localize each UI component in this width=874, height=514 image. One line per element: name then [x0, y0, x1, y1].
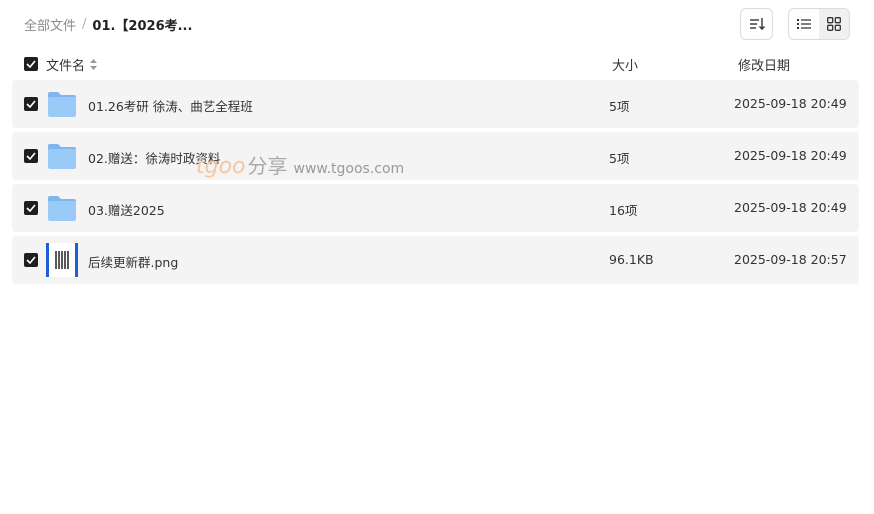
view-toggle	[788, 8, 850, 40]
table-header: 文件名 大小 修改日期	[12, 50, 859, 78]
row-checkbox[interactable]	[24, 253, 38, 267]
file-name[interactable]: 01.26考研 徐涛、曲艺全程班	[88, 96, 253, 115]
folder-icon	[48, 144, 76, 169]
file-date: 2025-09-18 20:49	[734, 96, 847, 111]
sort-icon	[749, 18, 765, 30]
file-row[interactable]: 01.26考研 徐涛、曲艺全程班 5项 2025-09-18 20:49	[12, 80, 859, 128]
breadcrumb: 全部文件 / 01.【2026考...	[24, 14, 192, 34]
breadcrumb-separator: /	[82, 16, 87, 32]
row-checkbox[interactable]	[24, 201, 38, 215]
name-column-label: 文件名	[46, 58, 86, 74]
image-thumbnail-icon	[46, 243, 78, 277]
file-row[interactable]: 03.赠送2025 16项 2025-09-18 20:49	[12, 184, 859, 232]
folder-icon	[48, 196, 76, 221]
file-row[interactable]: 后续更新群.png 96.1KB 2025-09-18 20:57	[12, 236, 859, 284]
breadcrumb-current: 01.【2026考...	[92, 18, 193, 34]
file-size: 5项	[609, 151, 630, 166]
file-date: 2025-09-18 20:57	[734, 252, 847, 267]
sort-caret-icon	[90, 58, 98, 70]
sort-button[interactable]	[740, 8, 773, 40]
check-icon	[26, 204, 36, 212]
breadcrumb-root-link[interactable]: 全部文件	[24, 15, 76, 34]
check-icon	[26, 256, 36, 264]
grid-view-icon	[827, 17, 841, 31]
file-date: 2025-09-18 20:49	[734, 200, 847, 215]
file-row[interactable]: 02.赠送：徐涛时政资料 5项 2025-09-18 20:49	[12, 132, 859, 180]
file-size: 16项	[609, 203, 638, 218]
select-all-checkbox[interactable]	[24, 57, 38, 71]
file-size: 5项	[609, 99, 630, 114]
list-view-button[interactable]	[789, 9, 819, 39]
file-name[interactable]: 后续更新群.png	[88, 252, 178, 271]
file-date: 2025-09-18 20:49	[734, 148, 847, 163]
list-view-icon	[797, 19, 811, 29]
folder-icon	[48, 92, 76, 117]
file-list: 01.26考研 徐涛、曲艺全程班 5项 2025-09-18 20:49 02.…	[12, 80, 859, 288]
grid-view-button[interactable]	[819, 9, 849, 39]
row-checkbox[interactable]	[24, 149, 38, 163]
check-icon	[26, 60, 36, 68]
file-name[interactable]: 02.赠送：徐涛时政资料	[88, 148, 220, 167]
name-column-header[interactable]: 文件名	[46, 55, 98, 74]
file-size: 96.1KB	[609, 252, 654, 267]
qr-code-icon	[55, 251, 69, 269]
check-icon	[26, 152, 36, 160]
row-checkbox[interactable]	[24, 97, 38, 111]
date-column-header[interactable]: 修改日期	[738, 55, 790, 74]
size-column-header[interactable]: 大小	[612, 55, 638, 74]
top-bar: 全部文件 / 01.【2026考...	[0, 0, 874, 46]
check-icon	[26, 100, 36, 108]
file-name[interactable]: 03.赠送2025	[88, 200, 165, 219]
